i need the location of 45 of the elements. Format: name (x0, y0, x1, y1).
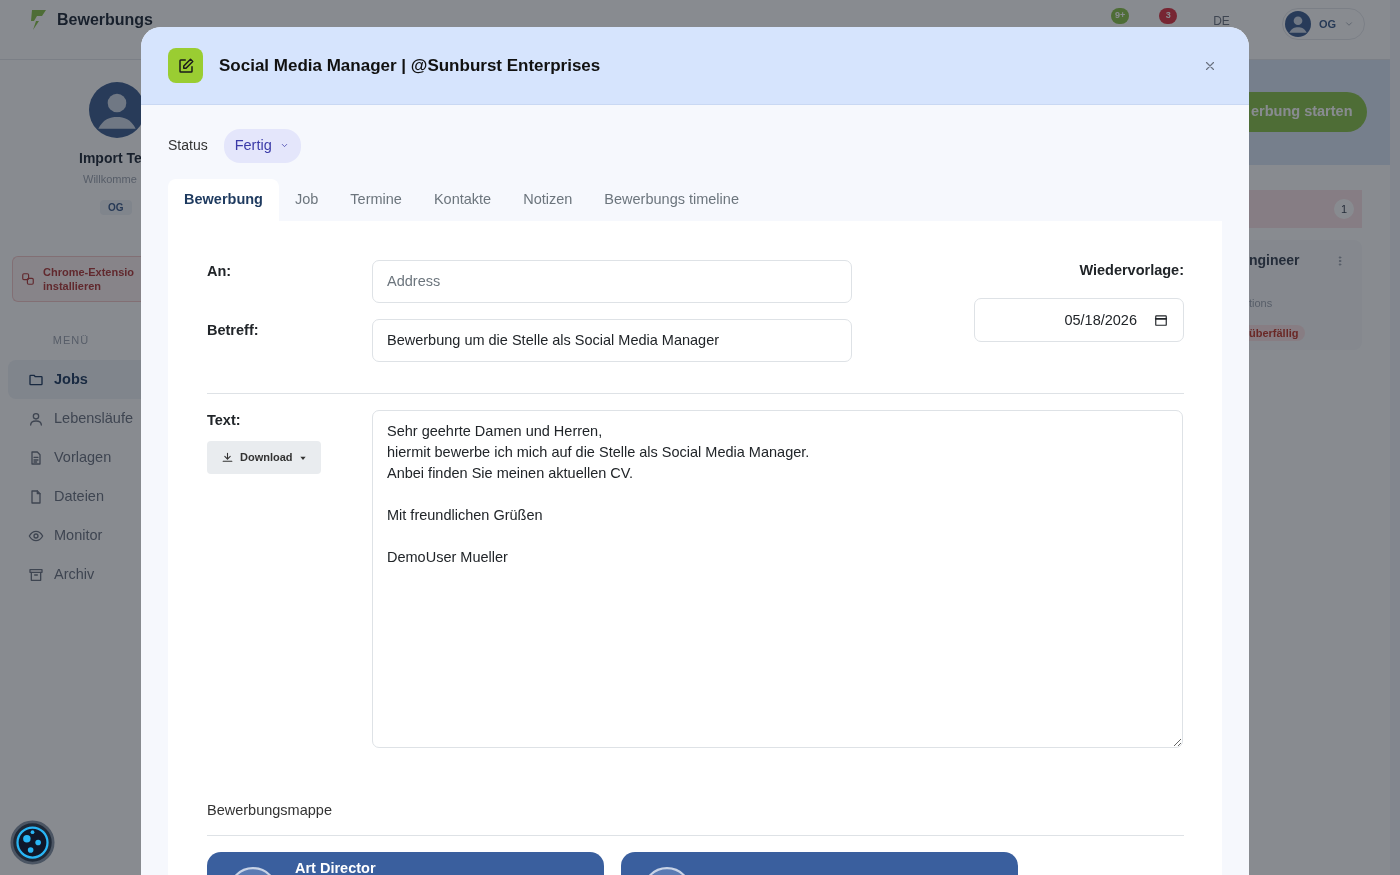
language-selector[interactable]: DE (1213, 12, 1230, 30)
download-button[interactable]: Download (207, 441, 321, 474)
document-card[interactable]: Art Director (207, 852, 604, 875)
tab[interactable]: Notizen (507, 178, 589, 221)
tab[interactable]: Job (278, 178, 335, 221)
menu-item[interactable]: Archiv (8, 555, 250, 594)
download-icon (221, 451, 234, 464)
section-heading: Bewerbungsmappe (207, 800, 333, 820)
profile-name: Import Te (79, 149, 143, 168)
avatar (1284, 11, 1311, 37)
menu-item[interactable]: Monitor (8, 516, 250, 555)
overdue-tag: überfällig (1249, 324, 1305, 341)
tab[interactable]: Bewerbungs timeline (588, 178, 755, 221)
notification-count: 3 (1159, 8, 1178, 24)
text-area[interactable]: Sehr geehrte Damen und Herren, hiermit bewerbe ich mich auf die Stelle als Social Media Manager. Anbei finden Sie meinen aktuellen CV. Mit freundlichen Grüßen DemoUser Mueller (372, 409, 1183, 748)
tab[interactable]: Kontakte (417, 178, 508, 221)
document-title: Art Director (295, 859, 376, 875)
tab[interactable]: Termine (334, 178, 418, 221)
field-label: Betreff: (207, 320, 260, 340)
file-icon (28, 488, 44, 505)
chevron-down-icon (1344, 19, 1354, 29)
document-icon (28, 449, 44, 466)
menu-item[interactable]: Dateien (8, 477, 250, 516)
address-field[interactable]: Address (372, 259, 852, 303)
user-initials[interactable]: OG (1318, 15, 1336, 33)
job-title: ngineer (1249, 251, 1300, 270)
dialog-title: Social Media Manager | @Sunburst Enterprises (219, 54, 601, 77)
field-label: An: (207, 261, 233, 281)
extension-icon (21, 271, 35, 286)
notification-count: 9+ (1111, 8, 1130, 24)
initials-tag: OG (100, 199, 132, 215)
person-icon (28, 410, 44, 427)
subject-field[interactable]: Bewerbung um die Stelle als Social Media Manager (372, 318, 852, 362)
status-dropdown[interactable]: Fertig (223, 129, 301, 163)
status-label: Status (168, 136, 208, 156)
date-field[interactable]: 05/18/2026 (974, 298, 1184, 343)
tab[interactable]: Bewerbung (168, 178, 279, 221)
column-count: 1 (1334, 199, 1354, 219)
widget-icon[interactable] (10, 820, 55, 865)
field-label: Text: (207, 410, 242, 430)
archive-icon (28, 566, 44, 583)
calendar-icon (1154, 313, 1168, 328)
brand-name: Bewerbungs (57, 10, 153, 30)
field-label: Wiedervorlage: (1079, 260, 1184, 280)
edit-icon (168, 48, 203, 83)
